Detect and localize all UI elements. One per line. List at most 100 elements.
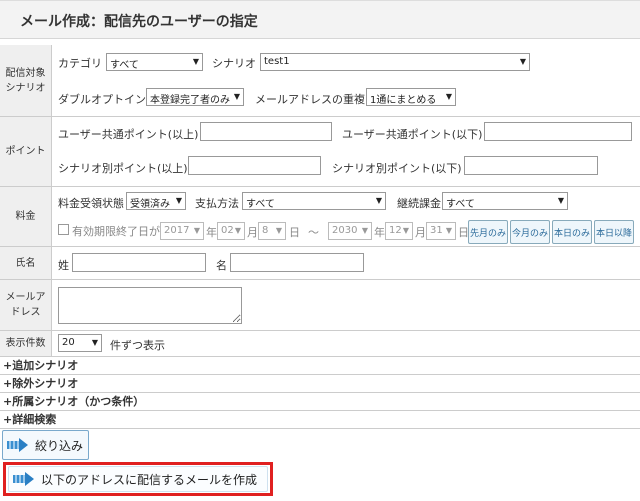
row-email: メールアドレス	[0, 280, 640, 331]
fee-status-select-value: 受領済み	[130, 199, 170, 210]
chevron-down-icon: ▼	[361, 226, 368, 235]
payment-method-label: 支払方法	[195, 197, 239, 210]
double-optin-select[interactable]: 本登録完了者のみ ▼	[146, 88, 244, 106]
row-label-text: ポイント	[5, 146, 46, 157]
row-label-count: 表示件数	[0, 331, 52, 356]
scenario-point-max-input[interactable]	[464, 156, 598, 175]
expiry-checkbox[interactable]	[58, 224, 69, 235]
common-point-max-input[interactable]	[484, 122, 632, 141]
arrow-right-icon	[13, 472, 35, 486]
expiry-to-month-select[interactable]: 12 ▼	[385, 222, 413, 240]
expiry-to-year-select[interactable]: 2030 ▼	[328, 222, 372, 240]
expiry-to-day-select[interactable]: 31 ▼	[426, 222, 456, 240]
row-label-target: 配信対象シナリオ	[0, 45, 52, 116]
day-unit-label: 日	[289, 226, 300, 239]
scenario-point-min-input[interactable]	[188, 156, 321, 175]
fee-status-label: 料金受領状態	[58, 197, 124, 210]
expander-member-scenario[interactable]: +所属シナリオ（かつ条件）	[0, 393, 640, 411]
category-select[interactable]: すべて ▼	[106, 53, 203, 71]
row-cell: 20 ▼ 件ずつ表示	[52, 331, 640, 356]
expander-excluded-scenario[interactable]: +除外シナリオ	[0, 375, 640, 393]
last-month-button[interactable]: 先月のみ	[468, 220, 508, 244]
chevron-down-icon: ▼	[192, 57, 199, 66]
expiry-from-year-value: 2017	[164, 225, 190, 236]
chevron-down-icon: ▼	[402, 226, 409, 235]
recurring-select[interactable]: すべて ▼	[442, 192, 568, 210]
chevron-down-icon: ▼	[91, 338, 98, 347]
last-name-label: 姓	[58, 259, 69, 272]
expiry-from-month-select[interactable]: 02 ▼	[217, 222, 245, 240]
double-optin-select-value: 本登録完了者のみ	[150, 95, 230, 106]
chevron-down-icon: ▼	[233, 92, 240, 101]
row-cell	[52, 280, 640, 330]
row-points: ポイント ユーザー共通ポイント(以上) ユーザー共通ポイント(以下) シナリオ別…	[0, 117, 640, 187]
expiry-from-year-select[interactable]: 2017 ▼	[160, 222, 204, 240]
row-label-email: メールアドレス	[0, 280, 52, 330]
create-mail-button[interactable]: 以下のアドレスに配信するメールを作成	[8, 466, 268, 492]
range-separator: ～	[308, 226, 319, 239]
row-label-text: メールアドレス	[5, 292, 46, 318]
expiry-from-day-select[interactable]: 8 ▼	[258, 222, 286, 240]
month-unit-label: 月	[247, 226, 258, 239]
last-name-input[interactable]	[72, 253, 206, 272]
page-header: メール作成：配信先のユーザーの指定	[0, 0, 640, 39]
duplicate-select-value: 1通にまとめる	[370, 95, 437, 106]
scenario-point-max-label: シナリオ別ポイント(以下)	[332, 162, 462, 175]
chevron-down-icon: ▼	[375, 196, 382, 205]
expander-advanced-search[interactable]: +詳細検索	[0, 411, 640, 429]
row-label-text: 氏名	[15, 257, 36, 269]
common-point-max-label: ユーザー共通ポイント(以下)	[342, 128, 483, 141]
display-count-value: 20	[62, 337, 75, 348]
month-unit-label: 月	[415, 226, 426, 239]
category-select-value: すべて	[110, 60, 139, 71]
expander-additional-scenario[interactable]: +追加シナリオ	[0, 357, 640, 375]
double-optin-label: ダブルオプトイン	[58, 93, 146, 106]
scenario-select-value: test1	[264, 56, 290, 67]
duplicate-label: メールアドレスの重複	[255, 93, 365, 106]
common-point-min-input[interactable]	[200, 122, 332, 141]
payment-method-select-value: すべて	[246, 199, 275, 210]
today-only-button[interactable]: 本日のみ	[552, 220, 592, 244]
expiry-to-year-value: 2030	[332, 225, 358, 236]
scenario-select[interactable]: test1 ▼	[260, 53, 530, 71]
display-count-select[interactable]: 20 ▼	[58, 334, 102, 352]
row-fee: 料金 料金受領状態 受領済み ▼ 支払方法 すべて ▼ 継続課金 すべて ▼ 有…	[0, 187, 640, 247]
common-point-min-label: ユーザー共通ポイント(以上)	[58, 128, 199, 141]
row-label-text: 料金	[15, 211, 36, 222]
scenario-point-min-label: シナリオ別ポイント(以上)	[58, 162, 188, 175]
row-cell: 姓 名	[52, 247, 640, 279]
arrow-right-icon	[7, 438, 29, 452]
row-label-text: 配信対象シナリオ	[5, 67, 46, 94]
expiry-to-day-value: 31	[430, 225, 443, 236]
expiry-from-day-value: 8	[262, 225, 269, 236]
duplicate-select[interactable]: 1通にまとめる ▼	[366, 88, 456, 106]
row-label-name: 氏名	[0, 247, 52, 279]
year-unit-label: 年	[206, 226, 217, 239]
page-title: メール作成：配信先のユーザーの指定	[20, 14, 258, 30]
filter-button-label: 絞り込み	[35, 438, 84, 453]
category-label: カテゴリ	[58, 57, 102, 70]
chevron-down-icon: ▼	[445, 92, 452, 101]
row-name: 氏名 姓 名	[0, 247, 640, 280]
expiry-label: 有効期限終了日が	[72, 225, 160, 238]
expiry-from-month-value: 02	[221, 225, 234, 236]
after-today-button[interactable]: 本日以降	[594, 220, 634, 244]
expiry-to-month-value: 12	[389, 225, 402, 236]
first-name-input[interactable]	[230, 253, 364, 272]
row-cell: カテゴリ すべて ▼ シナリオ test1 ▼ ダブルオプトイン 本登録完了者の…	[52, 45, 640, 116]
row-label-points: ポイント	[0, 117, 52, 186]
payment-method-select[interactable]: すべて ▼	[242, 192, 386, 210]
chevron-down-icon: ▼	[557, 196, 564, 205]
row-target-scenario: 配信対象シナリオ カテゴリ すべて ▼ シナリオ test1 ▼ ダブルオプトイ…	[0, 45, 640, 117]
scenario-label: シナリオ	[212, 57, 256, 70]
this-month-button[interactable]: 今月のみ	[510, 220, 550, 244]
display-count-suffix: 件ずつ表示	[110, 339, 165, 352]
filter-button[interactable]: 絞り込み	[2, 430, 89, 460]
row-cell: 料金受領状態 受領済み ▼ 支払方法 すべて ▼ 継続課金 すべて ▼ 有効期限…	[52, 187, 640, 246]
chevron-down-icon: ▼	[275, 226, 282, 235]
chevron-down-icon: ▼	[519, 57, 526, 66]
email-textarea[interactable]	[58, 287, 242, 324]
chevron-down-icon: ▼	[445, 226, 452, 235]
row-label-text: 表示件数	[5, 338, 46, 349]
fee-status-select[interactable]: 受領済み ▼	[126, 192, 186, 210]
